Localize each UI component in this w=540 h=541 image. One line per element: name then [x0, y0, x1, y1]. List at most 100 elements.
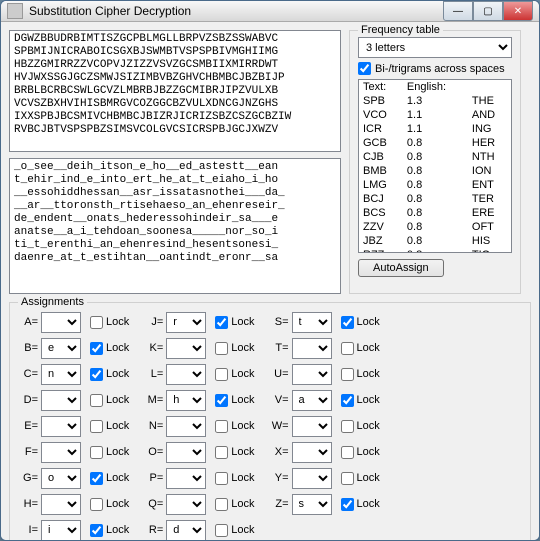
lock-checkbox-j[interactable]: [215, 316, 228, 329]
lock-checkbox-s[interactable]: [341, 316, 354, 329]
assignments-groupbox: Assignments A=LockB=eLockC=nLockD=LockE=…: [9, 302, 531, 541]
freq-row[interactable]: BCJ0.8TER: [359, 192, 511, 206]
lock-checkbox-w[interactable]: [341, 420, 354, 433]
freq-row[interactable]: LMG0.8ENT: [359, 178, 511, 192]
assignment-label: V=: [271, 394, 289, 406]
lock-checkbox-l[interactable]: [215, 368, 228, 381]
assignment-row-e: E=Lock: [20, 415, 129, 437]
assignment-label: B=: [20, 342, 38, 354]
assignment-dropdown-l[interactable]: [166, 364, 206, 385]
maximize-button[interactable]: ▢: [473, 1, 503, 21]
assignment-dropdown-p[interactable]: [166, 468, 206, 489]
assignment-row-h: H=Lock: [20, 493, 129, 515]
assignment-row-q: Q=Lock: [145, 493, 254, 515]
lock-checkbox-u[interactable]: [341, 368, 354, 381]
lock-checkbox-c[interactable]: [90, 368, 103, 381]
assignment-row-s: S=tLock: [271, 311, 380, 333]
lock-checkbox-x[interactable]: [341, 446, 354, 459]
assignment-row-j: J=rLock: [145, 311, 254, 333]
lock-checkbox-p[interactable]: [215, 472, 228, 485]
assignment-row-r: R=dLock: [145, 519, 254, 541]
assignment-label: D=: [20, 394, 38, 406]
lock-checkbox-a[interactable]: [90, 316, 103, 329]
assignment-label: R=: [145, 524, 163, 536]
titlebar[interactable]: Substitution Cipher Decryption — ▢ ✕: [1, 1, 539, 22]
gram-length-dropdown[interactable]: 3 letters: [358, 37, 512, 58]
freq-row[interactable]: JBZ0.8HIS: [359, 234, 511, 248]
lock-checkbox-i[interactable]: [90, 524, 103, 537]
lock-checkbox-f[interactable]: [90, 446, 103, 459]
freq-row[interactable]: GCB0.8HER: [359, 136, 511, 150]
freq-row[interactable]: BCS0.8ERE: [359, 206, 511, 220]
autoassign-button[interactable]: AutoAssign: [358, 259, 444, 277]
freq-row[interactable]: ZZV0.8OFT: [359, 220, 511, 234]
assignment-dropdown-d[interactable]: [41, 390, 81, 411]
assignment-dropdown-f[interactable]: [41, 442, 81, 463]
plaintext-area[interactable]: [9, 158, 341, 294]
assignment-dropdown-y[interactable]: [292, 468, 332, 489]
assignment-dropdown-s[interactable]: t: [292, 312, 332, 333]
bi-trigram-checkbox[interactable]: [358, 62, 371, 75]
assignment-dropdown-n[interactable]: [166, 416, 206, 437]
assignment-dropdown-z[interactable]: s: [292, 494, 332, 515]
assignment-dropdown-g[interactable]: o: [41, 468, 81, 489]
assignment-dropdown-i[interactable]: i: [41, 520, 81, 541]
lock-checkbox-d[interactable]: [90, 394, 103, 407]
assignment-dropdown-t[interactable]: [292, 338, 332, 359]
assignment-row-b: B=eLock: [20, 337, 129, 359]
lock-checkbox-k[interactable]: [215, 342, 228, 355]
assignment-dropdown-e[interactable]: [41, 416, 81, 437]
assignment-dropdown-u[interactable]: [292, 364, 332, 385]
assignment-dropdown-k[interactable]: [166, 338, 206, 359]
assignment-dropdown-a[interactable]: [41, 312, 81, 333]
assignment-dropdown-x[interactable]: [292, 442, 332, 463]
lock-checkbox-z[interactable]: [341, 498, 354, 511]
assignment-dropdown-w[interactable]: [292, 416, 332, 437]
assignment-dropdown-c[interactable]: n: [41, 364, 81, 385]
assignment-row-a: A=Lock: [20, 311, 129, 333]
assignment-row-n: N=Lock: [145, 415, 254, 437]
lock-checkbox-o[interactable]: [215, 446, 228, 459]
assignment-dropdown-j[interactable]: r: [166, 312, 206, 333]
lock-checkbox-q[interactable]: [215, 498, 228, 511]
freq-row[interactable]: BMB0.8ION: [359, 164, 511, 178]
assignment-label: K=: [145, 342, 163, 354]
assignment-dropdown-h[interactable]: [41, 494, 81, 515]
assignment-label: W=: [271, 420, 289, 432]
lock-label: Lock: [357, 472, 380, 484]
close-button[interactable]: ✕: [503, 1, 533, 21]
freq-row[interactable]: CJB0.8NTH: [359, 150, 511, 164]
lock-checkbox-b[interactable]: [90, 342, 103, 355]
lock-label: Lock: [357, 420, 380, 432]
freq-row[interactable]: ICR1.1ING: [359, 122, 511, 136]
lock-checkbox-e[interactable]: [90, 420, 103, 433]
assignment-label: O=: [145, 446, 163, 458]
assignment-dropdown-q[interactable]: [166, 494, 206, 515]
lock-label: Lock: [231, 316, 254, 328]
frequency-table[interactable]: Text: English: SPB1.3THEVCO1.1ANDICR1.1I…: [358, 79, 512, 253]
assignment-dropdown-o[interactable]: [166, 442, 206, 463]
lock-checkbox-r[interactable]: [215, 524, 228, 537]
lock-label: Lock: [357, 446, 380, 458]
assignment-label: N=: [145, 420, 163, 432]
assignment-dropdown-b[interactable]: e: [41, 338, 81, 359]
lock-checkbox-v[interactable]: [341, 394, 354, 407]
lock-checkbox-y[interactable]: [341, 472, 354, 485]
freq-row[interactable]: RZZ0.8TIO: [359, 248, 511, 253]
bi-trigram-checkbox-row[interactable]: Bi-/trigrams across spaces: [358, 62, 512, 75]
assignment-row-p: P=Lock: [145, 467, 254, 489]
lock-checkbox-g[interactable]: [90, 472, 103, 485]
lock-checkbox-h[interactable]: [90, 498, 103, 511]
assignment-label: F=: [20, 446, 38, 458]
assignment-dropdown-m[interactable]: h: [166, 390, 206, 411]
freq-row[interactable]: SPB1.3THE: [359, 94, 511, 108]
freq-row[interactable]: VCO1.1AND: [359, 108, 511, 122]
minimize-button[interactable]: —: [443, 1, 473, 21]
lock-checkbox-m[interactable]: [215, 394, 228, 407]
assignment-dropdown-v[interactable]: a: [292, 390, 332, 411]
lock-checkbox-n[interactable]: [215, 420, 228, 433]
lock-checkbox-t[interactable]: [341, 342, 354, 355]
assignment-label: C=: [20, 368, 38, 380]
ciphertext-area[interactable]: [9, 30, 341, 152]
assignment-dropdown-r[interactable]: d: [166, 520, 206, 541]
